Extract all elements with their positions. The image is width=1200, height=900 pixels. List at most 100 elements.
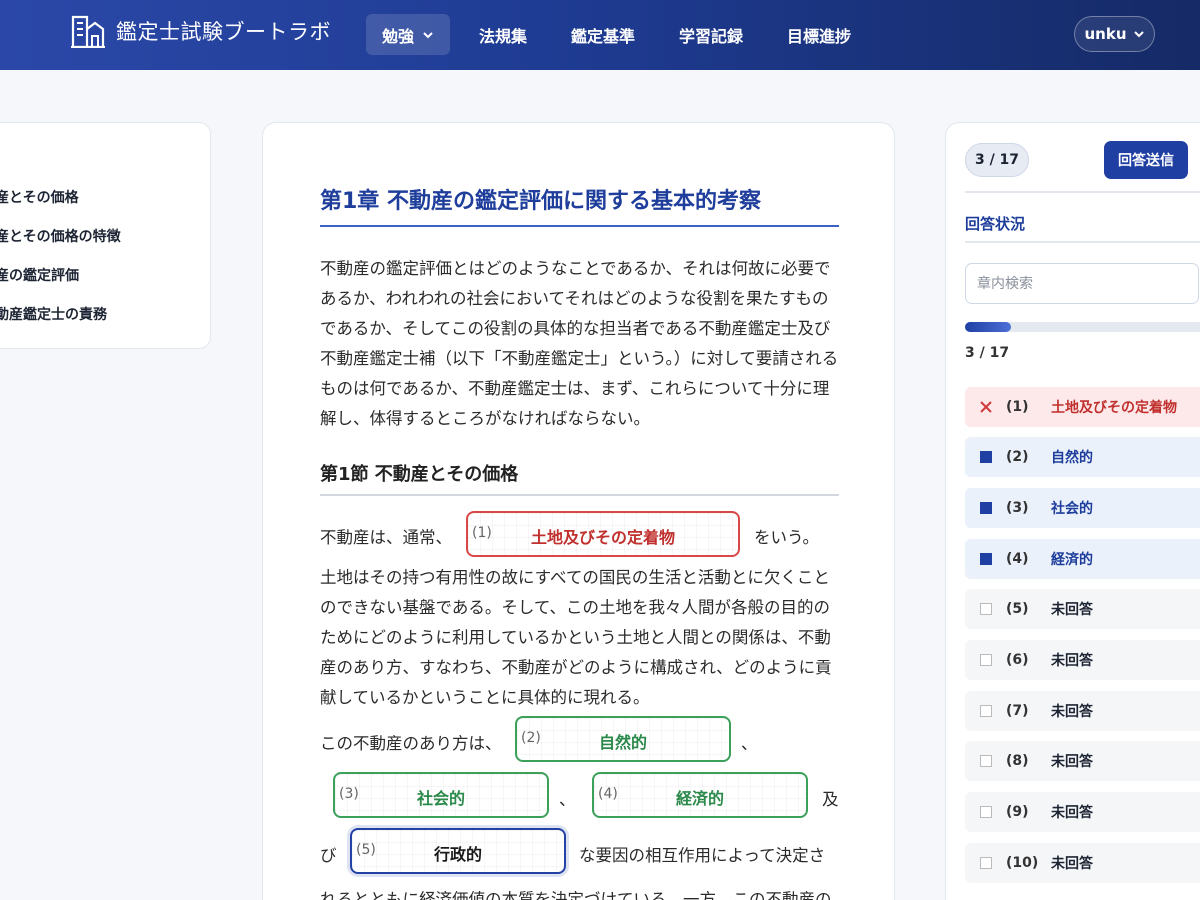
answer-row-text: 未回答	[1051, 653, 1093, 669]
brand-name: 鑑定士試験ブートラボ	[116, 20, 331, 44]
empty-square-icon	[979, 602, 993, 616]
text-line: であるか、そしてこの役割の具体的な担当者である不動産鑑定士及び	[320, 319, 831, 338]
blank-answer-text: 社会的	[416, 789, 465, 808]
answer-row-number: (10)	[1006, 855, 1039, 871]
blank-answer-text: 自然的	[598, 733, 647, 752]
text-line: 土地はその持つ有用性の故にすべての国民の生活と活動とに欠くこと	[320, 568, 830, 587]
user-menu[interactable]: unku	[1074, 16, 1155, 52]
nav-goals-label: 目標進捗	[787, 26, 852, 46]
answer-sidebar: 3 / 17 回答送信 回答状況 3 / 17 (1) 土地及びその定着物 (2…	[945, 122, 1200, 900]
answer-row-text: 自然的	[1051, 450, 1093, 466]
answer-row-number: (8)	[1006, 753, 1029, 769]
answer-status-title: 回答状況	[965, 215, 1026, 233]
answer-row-text: 経済的	[1051, 552, 1093, 568]
nav-study-label: 勉強	[382, 26, 415, 46]
answer-row-number: (4)	[1006, 551, 1029, 567]
blank-answer-1[interactable]: (1) 土地及びその定着物	[466, 511, 740, 557]
sentence-text: 不動産は、通常、	[320, 528, 452, 547]
x-mark-icon	[979, 400, 993, 414]
separator-text: 、	[559, 790, 576, 809]
blank-answer-text: 行政的	[433, 845, 482, 864]
sentence-text: れるとともに経済価値の本質を決定づけている。一方、この不動産の	[320, 890, 832, 900]
progress-bar-fill	[965, 322, 1011, 332]
text-line: ものは何であるか、不動産鑑定士は、まず、これらについて十分に理	[320, 379, 830, 398]
answer-row-9[interactable]: (9) 未回答	[965, 792, 1200, 832]
answer-row-2[interactable]: (2) 自然的	[965, 437, 1200, 477]
answer-row-text: 未回答	[1051, 856, 1093, 872]
building-logo-icon	[71, 15, 105, 48]
answer-row-text: 未回答	[1051, 805, 1093, 821]
sentence-text: な要因の相互作用によって決定さ	[579, 846, 826, 865]
answer-row-number: (7)	[1006, 703, 1029, 719]
chapter-title: 第1章 不動産の鑑定評価に関する基本的考察	[320, 189, 761, 214]
answer-row-number: (3)	[1006, 500, 1029, 516]
answer-row-text: 未回答	[1051, 602, 1093, 618]
sentence-text: この不動産のあり方は、	[320, 734, 502, 753]
text-line: 不動産の鑑定評価とはどのようなことであるか、それは何故に必要で	[320, 259, 831, 278]
filled-square-icon	[979, 501, 993, 515]
answer-row-text: 社会的	[1051, 501, 1093, 517]
text-line: 献しているかということに具体的に現れる。	[320, 688, 650, 707]
blank-answer-5[interactable]: (5) 行政的	[350, 828, 566, 874]
user-name: unku	[1084, 25, 1127, 43]
text-line: 産のあり方、すなわち、不動産がどのように構成され、どのように貢	[320, 658, 832, 677]
empty-square-icon	[979, 653, 993, 667]
nav-laws-label: 法規集	[479, 26, 528, 46]
answer-row-4[interactable]: (4) 経済的	[965, 539, 1200, 579]
nav-goals[interactable]: 目標進捗	[787, 14, 851, 55]
answer-row-text: 未回答	[1051, 754, 1093, 770]
chevron-down-icon	[1133, 31, 1144, 38]
nav-laws[interactable]: 法規集	[479, 14, 527, 55]
sentence-text: をいう。	[754, 528, 820, 547]
section-title: 第1節 不動産とその価格	[320, 464, 519, 485]
divider	[965, 191, 1200, 193]
answer-row-8[interactable]: (8) 未回答	[965, 741, 1200, 781]
intro-paragraph: 不動産の鑑定評価とはどのようなことであるか、それは何故に必要で あるか、われわれ…	[320, 254, 842, 434]
separator-text: び	[320, 846, 337, 865]
answer-row-6[interactable]: (6) 未回答	[965, 640, 1200, 680]
toc-panel: 動産とその価格 動産とその価格の特徴 動産の鑑定評価 不動産鑑定士の責務	[0, 122, 211, 349]
nav-standards[interactable]: 鑑定基準	[571, 14, 635, 55]
empty-square-icon	[979, 805, 993, 819]
filled-square-icon	[979, 450, 993, 464]
toc-item[interactable]: 動産とその価格の特徴	[0, 226, 121, 246]
answer-row-1[interactable]: (1) 土地及びその定着物	[965, 387, 1200, 427]
blank-answer-3[interactable]: (3) 社会的	[333, 772, 549, 818]
answer-row-number: (1)	[1006, 399, 1029, 415]
answer-row-7[interactable]: (7) 未回答	[965, 691, 1200, 731]
answer-row-number: (6)	[1006, 652, 1029, 668]
section-divider	[320, 494, 839, 496]
progress-badge: 3 / 17	[965, 143, 1029, 177]
chapter-search-input[interactable]	[965, 263, 1199, 304]
empty-square-icon	[979, 754, 993, 768]
blank-answer-text: 経済的	[675, 789, 724, 808]
progress-count: 3 / 17	[965, 345, 1010, 361]
answer-row-number: (2)	[1006, 449, 1029, 465]
top-header: 鑑定士試験ブートラボ 勉強 法規集 鑑定基準 学習記録 目標進捗 unku	[0, 0, 1200, 70]
chapter-divider	[320, 225, 839, 227]
answer-row-5[interactable]: (5) 未回答	[965, 589, 1200, 629]
answer-row-10[interactable]: (10) 未回答	[965, 843, 1200, 883]
text-line: 不動産鑑定士補（以下「不動産鑑定士」という。）に対して要請される	[320, 349, 839, 368]
empty-square-icon	[979, 704, 993, 718]
answer-row-number: (5)	[1006, 601, 1029, 617]
divider	[965, 241, 1200, 243]
blank-answer-4[interactable]: (4) 経済的	[592, 772, 808, 818]
nav-study[interactable]: 勉強	[366, 14, 451, 55]
chevron-down-icon	[423, 31, 433, 38]
content-card: 第1章 不動産の鑑定評価に関する基本的考察 不動産の鑑定評価とはどのようなことで…	[262, 122, 895, 900]
nav-records[interactable]: 学習記録	[679, 14, 743, 55]
answer-row-text: 未回答	[1051, 704, 1093, 720]
text-line: 解し、体得するところがなければならない。	[320, 409, 650, 428]
blank-answer-2[interactable]: (2) 自然的	[515, 716, 731, 762]
submit-answers-button[interactable]: 回答送信	[1104, 141, 1188, 179]
toc-item[interactable]: 不動産鑑定士の責務	[0, 304, 107, 324]
filled-square-icon	[979, 552, 993, 566]
text-line: あるか、われわれの社会においてそれはどのような役割を果たすもの	[320, 289, 829, 308]
toc-item[interactable]: 動産の鑑定評価	[0, 265, 79, 285]
toc-item[interactable]: 動産とその価格	[0, 187, 79, 207]
answer-row-number: (9)	[1006, 804, 1029, 820]
answer-row-3[interactable]: (3) 社会的	[965, 488, 1200, 528]
text-line: のできない基盤である。そして、この土地を我々人間が各般の目的の	[320, 598, 831, 617]
brand[interactable]: 鑑定士試験ブートラボ	[70, 14, 331, 48]
